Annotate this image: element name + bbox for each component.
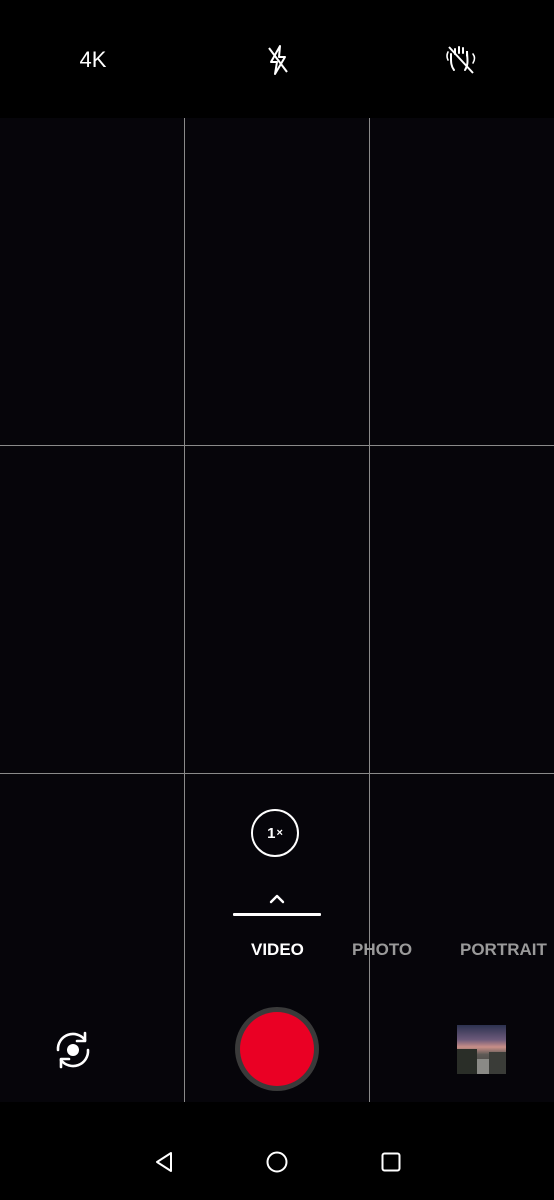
zoom-value: 1: [267, 824, 276, 842]
recents-square-icon[interactable]: [378, 1149, 404, 1175]
mode-indicator: [233, 913, 321, 916]
back-triangle-icon[interactable]: [151, 1149, 177, 1175]
zoom-level-button[interactable]: 1 ×: [251, 809, 299, 857]
gallery-thumbnail[interactable]: [457, 1025, 506, 1074]
flash-off-icon[interactable]: [258, 40, 298, 80]
record-button-inner: [240, 1012, 314, 1086]
grid-line: [0, 773, 554, 774]
record-button[interactable]: [235, 1007, 319, 1091]
zoom-suffix: ×: [276, 827, 283, 839]
hand-stabilization-off-icon[interactable]: [440, 40, 482, 80]
thumbnail-tree: [457, 1049, 477, 1074]
chevron-up-icon[interactable]: [266, 892, 288, 906]
resolution-toggle[interactable]: 4K: [70, 40, 116, 80]
switch-camera-icon[interactable]: [50, 1027, 96, 1073]
home-circle-icon[interactable]: [264, 1149, 290, 1175]
mode-photo[interactable]: PHOTO: [352, 940, 412, 962]
grid-line: [184, 118, 185, 1102]
top-bar: 4K: [0, 0, 554, 118]
mode-portrait[interactable]: PORTRAIT: [460, 940, 547, 962]
thumbnail-tree: [489, 1052, 506, 1074]
grid-line: [0, 445, 554, 446]
mode-video[interactable]: VIDEO: [251, 940, 304, 962]
